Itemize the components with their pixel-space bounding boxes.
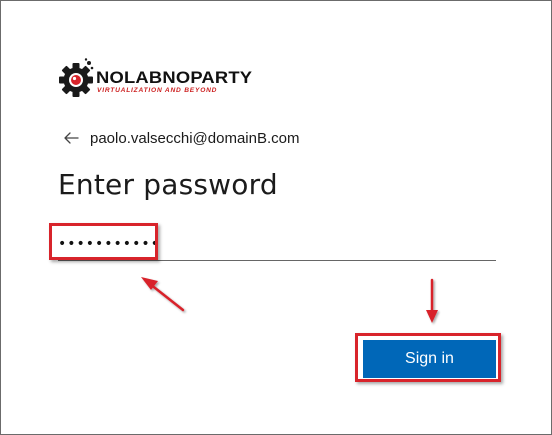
password-input[interactable] — [58, 227, 496, 261]
logo-title: NOLABNOPARTY — [96, 68, 253, 87]
account-identity: paolo.valsecchi@domainB.com — [63, 128, 300, 148]
back-arrow-icon[interactable] — [63, 130, 79, 146]
logo-tagline: VIRTUALIZATION AND BEYOND — [97, 87, 218, 94]
sign-in-button[interactable]: Sign in — [363, 340, 496, 378]
account-email: paolo.valsecchi@domainB.com — [90, 129, 300, 147]
company-logo: NOLABNOPARTY VIRTUALIZATION AND BEYOND — [58, 58, 268, 102]
gear-icon — [59, 58, 94, 97]
sign-in-dialog: NOLABNOPARTY VIRTUALIZATION AND BEYOND p… — [0, 0, 552, 435]
page-title: Enter password — [58, 168, 278, 201]
